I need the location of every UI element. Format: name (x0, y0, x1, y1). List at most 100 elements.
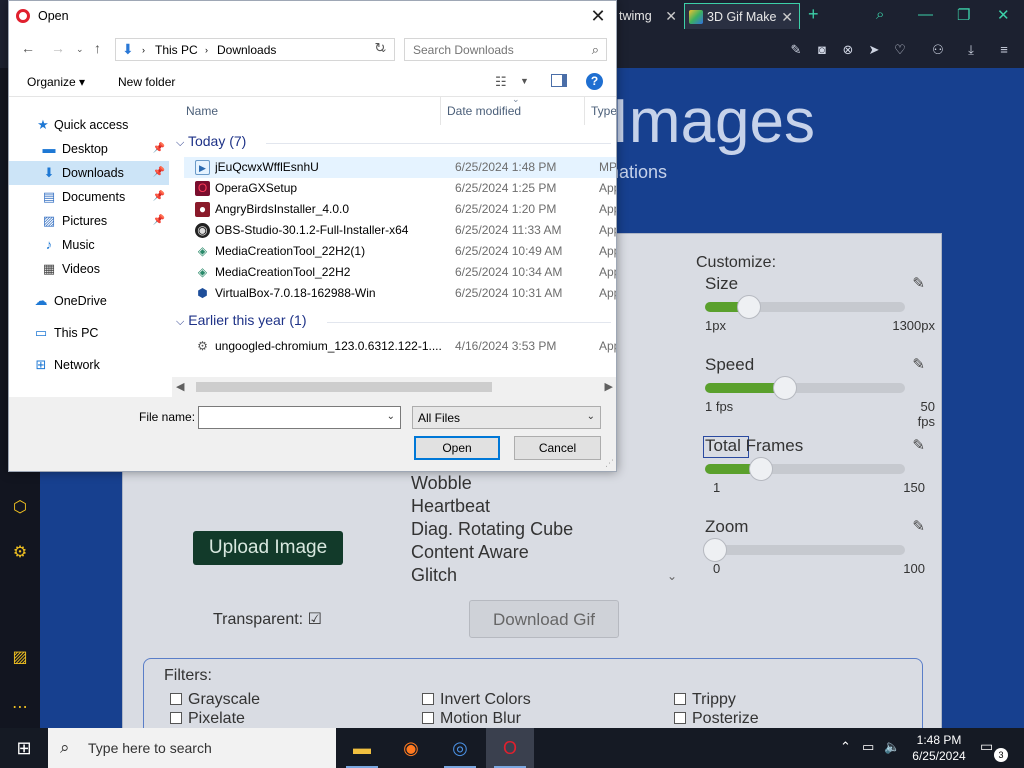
opera-gx-icon[interactable]: O (486, 728, 534, 768)
slider-knob[interactable] (773, 376, 797, 400)
resize-grip-icon[interactable]: ⋰ (605, 458, 614, 469)
file-name-combobox[interactable]: ⌄ (198, 406, 401, 429)
animation-list[interactable]: Wobble Heartbeat Diag. Rotating Cube Con… (411, 472, 573, 587)
checkbox[interactable] (170, 693, 182, 705)
group-earlier-this-year[interactable]: ⌵ Earlier this year (1) (176, 312, 307, 329)
file-type-select[interactable]: All Files ⌄ (412, 406, 601, 429)
address-bar[interactable]: ⬇ › This PC › Downloads ⌄ (115, 38, 395, 61)
windows-start-icon[interactable]: ⊞ (0, 728, 48, 768)
chevron-down-icon[interactable]: ▼ (520, 76, 529, 86)
file-row[interactable]: ◈ MediaCreationTool_22H2(1) 6/25/2024 10… (184, 241, 616, 262)
pin-icon[interactable]: 📌 (153, 209, 165, 233)
file-row[interactable]: ⬢ VirtualBox-7.0.18-162988-Win 6/25/2024… (184, 283, 616, 304)
column-type[interactable]: Type (591, 104, 616, 118)
download-icon[interactable]: ⤓ (963, 42, 979, 58)
back-icon[interactable]: ← (21, 40, 35, 56)
up-icon[interactable]: ↑ (94, 40, 101, 56)
file-row[interactable]: ● AngryBirdsInstaller_4.0.0 6/25/2024 1:… (184, 199, 616, 220)
nav-desktop[interactable]: ▬ Desktop 📌 (9, 137, 169, 161)
chevron-down-icon[interactable]: ⌄ (387, 411, 395, 422)
nav-videos[interactable]: ▦ Videos (9, 257, 169, 281)
slider-track[interactable] (705, 295, 905, 319)
size-slider[interactable]: Size ✎ 1px 1300px (705, 274, 935, 333)
chevron-up-icon[interactable]: ⌃ (840, 739, 851, 755)
column-divider[interactable] (440, 97, 441, 125)
animation-option[interactable]: Heartbeat (411, 495, 573, 518)
menu-icon[interactable]: ≡ (996, 42, 1012, 58)
nav-this-pc[interactable]: ▭ This PC (9, 321, 169, 345)
organize-button[interactable]: Organize ▾ (27, 75, 85, 89)
scroll-right-icon[interactable]: ▶ (605, 380, 613, 393)
animation-option[interactable]: Diag. Rotating Cube (411, 518, 573, 541)
pencil-icon[interactable]: ✎ (912, 355, 925, 373)
column-divider[interactable] (584, 97, 585, 125)
nav-pictures[interactable]: ▨ Pictures 📌 (9, 209, 169, 233)
cancel-button[interactable]: Cancel (514, 436, 601, 460)
slider-knob[interactable] (703, 538, 727, 562)
slider-knob[interactable] (737, 295, 761, 319)
column-date-modified[interactable]: Date modified (447, 104, 521, 118)
more-icon[interactable]: ⋯ (10, 698, 30, 718)
scrollbar-thumb[interactable] (196, 382, 492, 392)
tab-3d-gif-maker[interactable]: 3D Gif Make ✕ (684, 3, 800, 29)
search-icon[interactable]: ⌕ (876, 6, 884, 23)
close-window-icon[interactable]: ✕ (997, 6, 1010, 24)
search-input[interactable] (413, 43, 573, 57)
notifications-icon[interactable]: ▭ 3 (980, 738, 1008, 762)
shield-icon[interactable]: ⊗ (840, 42, 856, 58)
pin-icon[interactable]: 📌 (153, 137, 165, 161)
network-status-icon[interactable]: ▭ (862, 739, 874, 755)
filter-motion-blur[interactable]: Motion Blur (422, 710, 521, 728)
nav-music[interactable]: ♪ Music (9, 233, 169, 257)
file-row[interactable]: ◈ MediaCreationTool_22H2 6/25/2024 10:34… (184, 262, 616, 283)
upload-image-button[interactable]: Upload Image (193, 531, 343, 565)
nav-documents[interactable]: ▤ Documents 📌 (9, 185, 169, 209)
close-dialog-icon[interactable]: ✕ (586, 5, 610, 27)
account-icon[interactable]: ⚇ (930, 42, 946, 58)
volume-muted-icon[interactable]: 🔈 (884, 739, 900, 755)
filter-invert-colors[interactable]: Invert Colors (422, 691, 531, 709)
pencil-icon[interactable]: ✎ (912, 436, 925, 454)
download-gif-button[interactable]: Download Gif (469, 600, 619, 638)
pin-icon[interactable]: 📌 (153, 161, 165, 185)
filter-grayscale[interactable]: Grayscale (170, 691, 260, 709)
help-icon[interactable]: ? (586, 73, 603, 90)
view-options-icon[interactable]: ☷ (495, 74, 507, 90)
refresh-icon[interactable]: ↻ (371, 40, 389, 58)
crumb-separator-icon[interactable]: › (205, 45, 208, 55)
file-row[interactable]: ⚙ ungoogled-chromium_123.0.6312.122-1...… (184, 336, 616, 357)
tab-twimg[interactable]: twimg ✕ (615, 3, 683, 29)
minimize-icon[interactable]: — (918, 6, 933, 23)
file-name-input[interactable] (203, 410, 383, 424)
pencil-icon[interactable]: ✎ (912, 274, 925, 292)
filter-trippy[interactable]: Trippy (674, 691, 736, 709)
preview-pane-icon[interactable] (551, 74, 567, 87)
chevron-down-icon[interactable]: ⌄ (587, 411, 595, 422)
checkbox[interactable] (674, 712, 686, 724)
checkbox[interactable] (422, 712, 434, 724)
scroll-left-icon[interactable]: ◀ (176, 380, 184, 393)
nav-network[interactable]: ⊞ Network (9, 353, 169, 377)
image-icon[interactable]: ▨ (10, 648, 30, 668)
settings-icon[interactable]: ⚙ (10, 543, 30, 563)
open-button[interactable]: Open (414, 436, 500, 460)
animation-option[interactable]: Wobble (411, 472, 573, 495)
scroll-down-icon[interactable]: ⌄ (667, 569, 677, 583)
transparent-checkbox[interactable]: Transparent: ☑ (213, 609, 322, 629)
firefox-icon[interactable]: ◉ (387, 728, 435, 768)
zoom-slider[interactable]: Zoom ✎ 0 100 (703, 517, 925, 576)
checkbox[interactable] (170, 712, 182, 724)
camera-icon[interactable]: ◙ (814, 42, 830, 58)
slider-knob[interactable] (749, 457, 773, 481)
clock[interactable]: 1:48 PM 6/25/2024 (904, 732, 974, 764)
checkbox[interactable] (674, 693, 686, 705)
new-tab-button[interactable]: + (808, 4, 819, 25)
pin-icon[interactable]: 📌 (153, 185, 165, 209)
slider-track[interactable] (705, 376, 905, 400)
recent-chevron-icon[interactable]: ⌄ (76, 44, 84, 55)
chromium-icon[interactable]: ◎ (436, 728, 484, 768)
total-frames-slider[interactable]: Total Frames ✎ 1 150 (705, 436, 925, 495)
edit-icon[interactable]: ✎ (788, 42, 804, 58)
close-tab-icon[interactable]: ✕ (665, 3, 677, 29)
file-row[interactable]: ▶ jEuQcwxWfflEsnhU 6/25/2024 1:48 PM MP4 (184, 157, 616, 178)
